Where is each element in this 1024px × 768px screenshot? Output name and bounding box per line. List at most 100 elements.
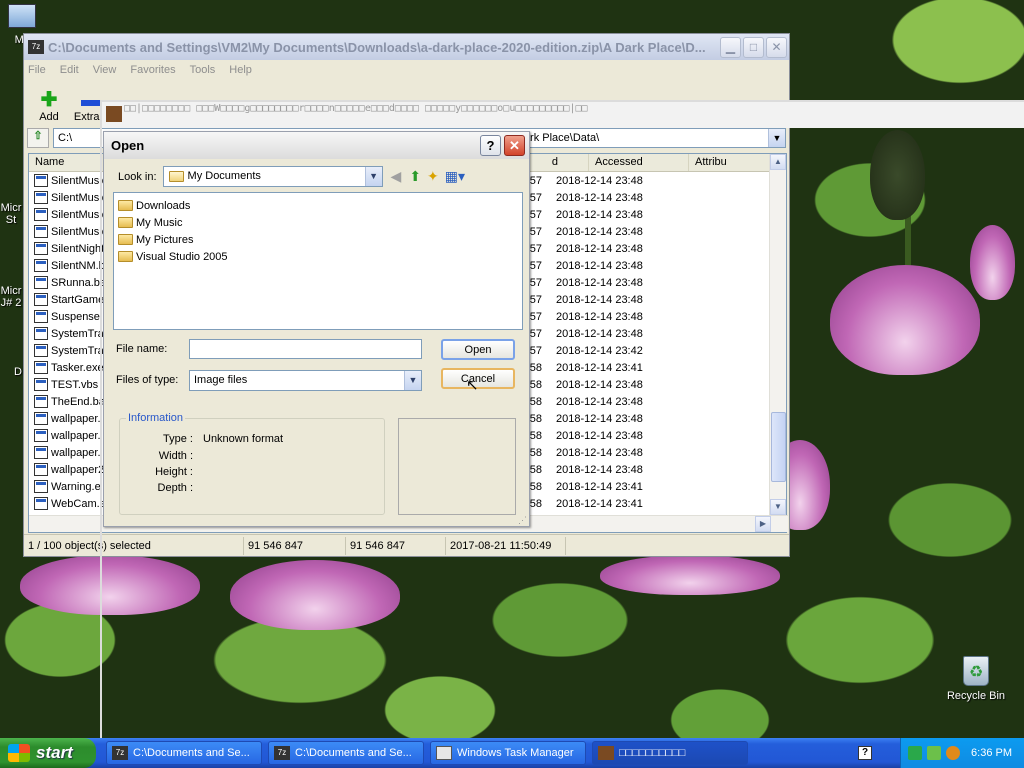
file-icon [34,480,48,493]
garbled-title-text: □□|□□□□□□□□ □□□W□□□□g□□□□□□□□r□□□□n□□□□□… [124,103,588,114]
start-label: start [36,743,73,762]
open-dialog: Open ? ✕ Look in: My Documents ▼ ◀ ⬆ ✦ ▦… [103,131,530,527]
open-button[interactable]: Open [441,339,515,360]
pictures-folder-icon [118,234,133,245]
new-folder-icon[interactable]: ✦ [427,168,439,185]
file-icon [34,497,48,510]
7zip-app-icon: 7z [274,746,290,760]
look-in-row: Look in: My Documents ▼ ◀ ⬆ ✦ ▦▾ [118,166,465,187]
plus-icon: ✚ [40,89,58,111]
my-documents-icon [168,171,184,182]
file-icon [34,361,48,374]
clock[interactable]: 6:36 PM [971,747,1012,759]
folder-label: Downloads [136,199,191,212]
folder-label: My Pictures [136,233,194,246]
task-7zip-1[interactable]: 7z C:\Documents and Se... [106,741,262,765]
folder-item-downloads[interactable]: Downloads [118,197,518,214]
file-icon [34,395,48,408]
folder-list: Downloads My Music My Pictures Visual St… [113,192,523,330]
width-label: Width : [158,450,193,462]
folder-item-my-pictures[interactable]: My Pictures [118,231,518,248]
close-button[interactable]: ✕ [766,36,787,58]
add-label: Add [39,111,59,123]
mouse-cursor-icon: ↖ [466,377,479,394]
file-icon [34,208,48,221]
menu-edit[interactable]: Edit [60,64,79,76]
desktop-icon-label: Micr J# 2 [0,285,22,309]
chevron-down-icon[interactable]: ▼ [404,371,421,390]
back-icon[interactable]: ◀ [391,168,402,185]
start-button[interactable]: start [0,738,96,768]
minimize-button[interactable]: ▁ [720,36,741,58]
game-icon [598,746,614,760]
task-label: C:\Documents and Se... [133,747,250,759]
folder-item-visual-studio[interactable]: Visual Studio 2005 [118,248,518,265]
task-game[interactable]: □□□□□□□□□□ [592,741,748,765]
help-icon[interactable]: ? [858,746,872,760]
system-tray: 6:36 PM [900,738,1024,768]
info-width-row: Width : [120,450,386,462]
resize-grip-icon[interactable]: ⋰ [518,515,527,526]
folder-label: My Music [136,216,183,229]
information-legend: Information [126,412,186,424]
view-menu-icon[interactable]: ▦▾ [445,168,465,185]
desktop-icon-vstudio[interactable]: Micr St [0,202,22,226]
task-manager-icon [436,746,452,760]
open-dialog-titlebar[interactable]: Open ? ✕ [104,132,529,159]
menu-favorites[interactable]: Favorites [130,64,175,76]
type-value: Unknown format [203,433,284,445]
height-label: Height : [155,466,193,478]
zip-window-title: C:\Documents and Settings\VM2\My Documen… [48,39,706,55]
zip-titlebar[interactable]: 7z C:\Documents and Settings\VM2\My Docu… [24,34,789,60]
help-button[interactable]: ? [480,135,501,156]
look-in-combobox[interactable]: My Documents ▼ [162,166,383,187]
file-icon [34,446,48,459]
file-icon [34,344,48,357]
desktop-icon-label: D [14,366,22,378]
folder-item-my-music[interactable]: My Music [118,214,518,231]
file-name-input[interactable] [189,339,422,359]
file-icon [34,378,48,391]
depth-label: Depth : [157,482,193,494]
add-button[interactable]: ✚ Add [28,89,70,123]
menu-help[interactable]: Help [229,64,252,76]
desktop-icon-jsharp[interactable]: Micr J# 2 [0,285,22,309]
file-icon [34,429,48,442]
file-name-label: File name: [116,343,168,355]
music-folder-icon [118,217,133,228]
menu-tools[interactable]: Tools [190,64,216,76]
garbled-title-bar[interactable]: □□|□□□□□□□□ □□□W□□□□g□□□□□□□□r□□□□n□□□□□… [102,102,1024,128]
task-label: □□□□□□□□□□ [619,747,686,759]
task-label: Windows Task Manager [457,747,574,759]
tray-network-icon[interactable] [908,746,923,760]
files-of-type-combobox[interactable]: Image files ▼ [189,370,422,391]
open-dialog-title: Open [111,138,145,153]
dialog-close-button[interactable]: ✕ [504,135,525,156]
file-icon [34,463,48,476]
maximize-button[interactable]: □ [743,36,764,58]
files-of-type-label: Files of type: [116,374,179,386]
7zip-app-icon: 7z [28,40,44,54]
tray-safely-remove-icon[interactable] [927,746,942,760]
folder-label: Visual Studio 2005 [136,250,228,263]
up-one-level-icon[interactable]: ⬆ [409,168,421,185]
folder-icon [118,200,133,211]
menu-view[interactable]: View [93,64,117,76]
desktop-icon-label: Micr St [0,202,22,226]
file-icon [34,225,48,238]
chevron-down-icon[interactable]: ▼ [364,167,382,186]
menu-file[interactable]: File [28,64,46,76]
up-folder-button[interactable]: ⇧ [27,128,49,148]
information-groupbox: Information Type : Unknown format Width :… [119,412,386,515]
look-in-label: Look in: [118,170,157,183]
file-icon [34,327,48,340]
task-task-manager[interactable]: Windows Task Manager [430,741,586,765]
7zip-app-icon: 7z [112,746,128,760]
zip-menubar: File Edit View Favorites Tools Help [24,60,789,79]
file-icon [34,293,48,306]
game-icon [106,106,122,122]
type-label: Type : [163,433,193,445]
task-label: C:\Documents and Se... [295,747,412,759]
tray-search-icon[interactable] [946,746,961,760]
task-7zip-2[interactable]: 7z C:\Documents and Se... [268,741,424,765]
